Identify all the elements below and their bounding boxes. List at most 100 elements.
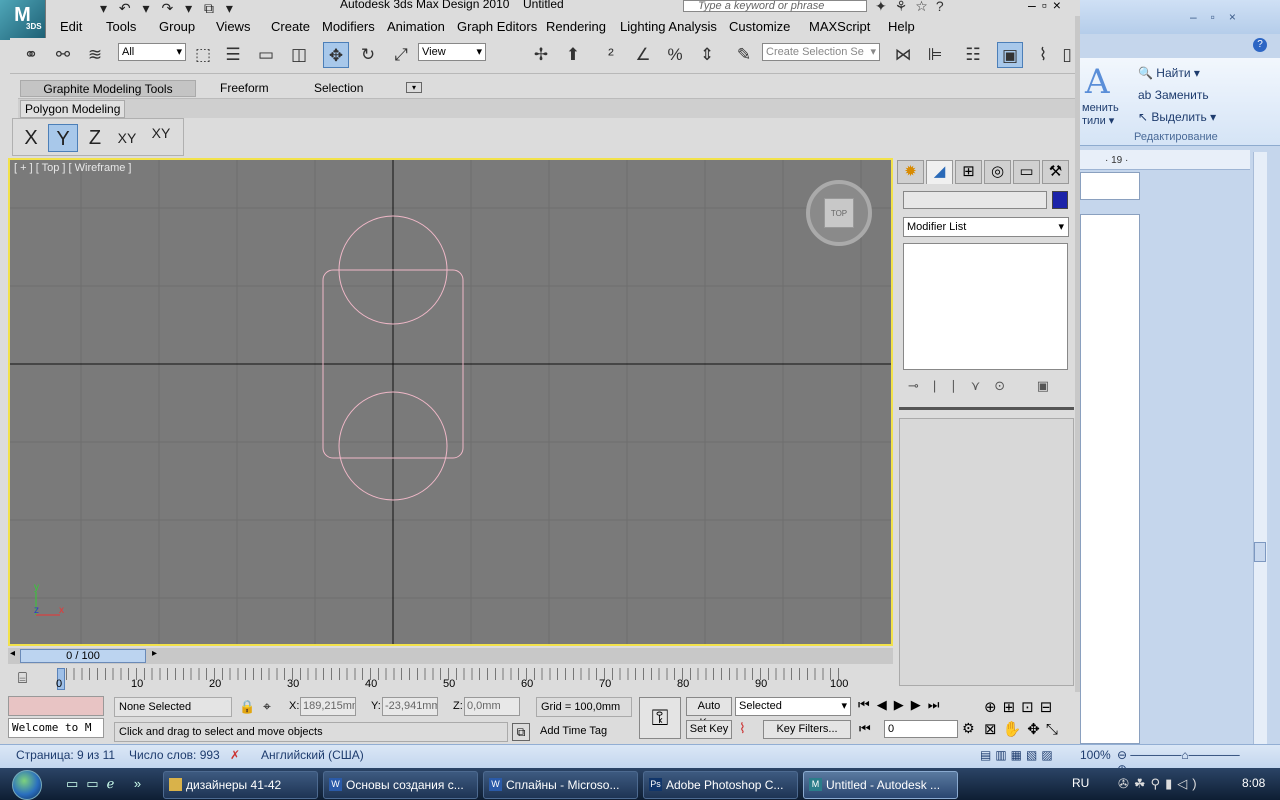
add-time-tag-button[interactable]: Add Time Tag — [536, 722, 632, 742]
select-by-name-icon[interactable]: ☰ — [220, 42, 246, 68]
axis-x-button[interactable]: X — [18, 124, 44, 152]
time-slider-right-arrow[interactable]: ▸ — [152, 648, 157, 659]
graphite-toggle-icon[interactable]: ▣ — [997, 42, 1023, 68]
menu-modifiers[interactable]: Modifiers — [322, 19, 375, 34]
x-coordinate-field[interactable]: 189,215mm — [300, 697, 356, 716]
align-icon[interactable]: ⊫ — [922, 42, 948, 68]
max-window-buttons[interactable]: –▫× — [1028, 0, 1067, 13]
default-tangent-icon[interactable]: ⌇ — [739, 720, 746, 737]
word-page-count[interactable]: Страница: 9 из 11 — [16, 748, 115, 762]
menu-group[interactable]: Group — [159, 19, 195, 34]
track-bar-toggle-icon[interactable]: ⌸ — [18, 670, 27, 687]
layer-manager-icon[interactable]: ☷ — [960, 42, 986, 68]
menu-lighting-analysis[interactable]: Lighting Analysis — [620, 19, 717, 34]
bind-space-warp-icon[interactable]: ≋ — [82, 42, 108, 68]
word-select-button[interactable]: ↖ Выделить ▾ — [1138, 110, 1216, 124]
select-and-scale-icon[interactable]: ⤢ — [388, 42, 414, 68]
taskbar-item-word-2[interactable]: W Сплайны - Microso... — [483, 771, 638, 799]
key-mode-toggle-icon[interactable]: ⏮ — [859, 721, 871, 737]
viewport-navigation-controls[interactable]: ⊕⊞⊡⊟ ⊠✋✥⤡ — [984, 697, 1076, 741]
word-styles-icon[interactable]: A — [1085, 62, 1110, 102]
axis-y-button[interactable]: Y — [48, 124, 78, 152]
start-button[interactable] — [12, 770, 42, 800]
menu-rendering[interactable]: Rendering — [546, 19, 606, 34]
taskbar-item-word-1[interactable]: W Основы создания с... — [323, 771, 478, 799]
system-tray-icons[interactable]: ✇☘⚲▮◁) — [1118, 776, 1202, 792]
taskbar-item-folder[interactable]: дизайнеры 41-42 — [163, 771, 318, 799]
object-name-field[interactable] — [903, 191, 1047, 209]
menu-graph-editors[interactable]: Graph Editors — [457, 19, 537, 34]
edit-named-selection-icon[interactable]: ✎ — [731, 42, 757, 68]
quick-access-toolbar[interactable]: ▾ ↶ ▾ ↷ ▾ ⧉ ▾ — [100, 0, 237, 17]
word-help-icon[interactable]: ? — [1253, 38, 1267, 52]
time-tag-icon[interactable]: ⧉ — [512, 723, 530, 741]
word-find-button[interactable]: 🔍 Найти ▾ — [1138, 66, 1200, 80]
language-indicator[interactable]: RU — [1072, 776, 1089, 790]
word-change-styles[interactable]: менить тили ▾ — [1082, 102, 1119, 128]
axis-z-button[interactable]: Z — [82, 124, 108, 152]
absolute-mode-icon[interactable]: ⌖ — [263, 698, 271, 715]
word-word-count[interactable]: Число слов: 993 — [129, 748, 220, 762]
word-page[interactable] — [1080, 214, 1140, 744]
selection-filter-dropdown[interactable]: All — [118, 43, 186, 61]
word-zoom-level[interactable]: 100% — [1080, 748, 1111, 762]
select-and-rotate-icon[interactable]: ↻ — [355, 42, 381, 68]
angle-snap-icon[interactable]: ∠ — [630, 42, 656, 68]
create-tab-icon[interactable]: ✹ — [897, 160, 924, 184]
modifier-stack[interactable] — [903, 243, 1068, 370]
auto-key-button[interactable]: Auto Key — [686, 697, 732, 729]
key-mode-dropdown[interactable]: Selected — [735, 697, 851, 716]
viewport-top[interactable] — [8, 158, 893, 646]
named-selection-set-dropdown[interactable]: Create Selection Se — [762, 43, 880, 61]
modifier-list-dropdown[interactable]: Modifier List — [903, 217, 1069, 237]
menu-animation[interactable]: Animation — [387, 19, 445, 34]
key-filters-button[interactable]: Key Filters... — [763, 720, 851, 739]
tab-selection[interactable]: Selection — [304, 80, 373, 97]
mirror-icon[interactable]: ⋈ — [890, 42, 916, 68]
current-frame-field[interactable]: 0 — [884, 720, 958, 738]
viewport-label[interactable]: [ + ] [ Top ] [ Wireframe ] — [14, 162, 131, 174]
utilities-tab-icon[interactable]: ⚒ — [1042, 160, 1069, 184]
select-object-icon[interactable]: ⬚ — [190, 42, 216, 68]
y-coordinate-field[interactable]: -23,941mm — [382, 697, 438, 716]
hierarchy-tab-icon[interactable]: ⊞ — [955, 160, 982, 184]
time-configuration-icon[interactable]: ⚙ — [962, 720, 975, 737]
playback-controls[interactable]: ⏮◀▶▶⏭ — [858, 697, 946, 713]
select-and-move-icon[interactable]: ✥ — [323, 42, 349, 68]
word-window-buttons[interactable]: –▫× — [1190, 10, 1250, 24]
maxscript-listener-pink[interactable] — [8, 696, 104, 716]
word-replace-button[interactable]: ab Заменить — [1138, 88, 1209, 102]
selection-lock-icon[interactable]: 🔒 — [239, 699, 255, 715]
word-vertical-scrollbar[interactable] — [1253, 152, 1267, 746]
rectangular-selection-icon[interactable]: ▭ — [253, 42, 279, 68]
axis-xy-snap-button[interactable]: XY — [146, 124, 176, 152]
viewcube-face[interactable]: TOP — [824, 198, 854, 228]
max-application-button[interactable]: M 3DS — [0, 0, 46, 40]
clock[interactable]: 8:08 — [1242, 776, 1265, 790]
search-input[interactable]: Type a keyword or phrase — [683, 0, 867, 12]
taskbar-item-3dsmax[interactable]: M Untitled - Autodesk ... — [803, 771, 958, 799]
tab-graphite-modeling-tools[interactable]: Graphite Modeling Tools — [20, 80, 196, 97]
snaps-toggle-icon[interactable]: ² — [598, 42, 624, 68]
z-coordinate-field[interactable]: 0,0mm — [464, 697, 520, 716]
link-icon[interactable]: ⚭ — [18, 42, 44, 68]
word-view-buttons[interactable]: ▤▥▦▧▨ — [980, 748, 1057, 762]
modify-tab-icon[interactable]: ◢ — [926, 160, 953, 184]
tab-freeform[interactable]: Freeform — [210, 80, 279, 97]
info-center-icons[interactable]: ✦⚘☆? — [875, 0, 952, 15]
reference-coordinate-dropdown[interactable]: View — [418, 43, 486, 61]
menu-views[interactable]: Views — [216, 19, 250, 34]
select-manipulate-icon[interactable]: ⬆ — [560, 42, 586, 68]
polygon-modeling-panel[interactable]: Polygon Modeling — [20, 100, 126, 118]
menu-tools[interactable]: Tools — [106, 19, 136, 34]
menu-create[interactable]: Create — [271, 19, 310, 34]
time-slider[interactable]: 0 / 100 — [20, 649, 146, 663]
percent-snap-icon[interactable]: % — [662, 42, 688, 68]
menu-customize[interactable]: Customize — [729, 19, 790, 34]
time-slider-left-arrow[interactable]: ◂ — [10, 648, 15, 659]
unlink-icon[interactable]: ⚯ — [50, 42, 76, 68]
set-key-button[interactable]: Set Key — [686, 720, 732, 739]
spelling-check-icon[interactable]: ✗ — [230, 748, 240, 762]
window-crossing-icon[interactable]: ◫ — [286, 42, 312, 68]
menu-maxscript[interactable]: MAXScript — [809, 19, 870, 34]
